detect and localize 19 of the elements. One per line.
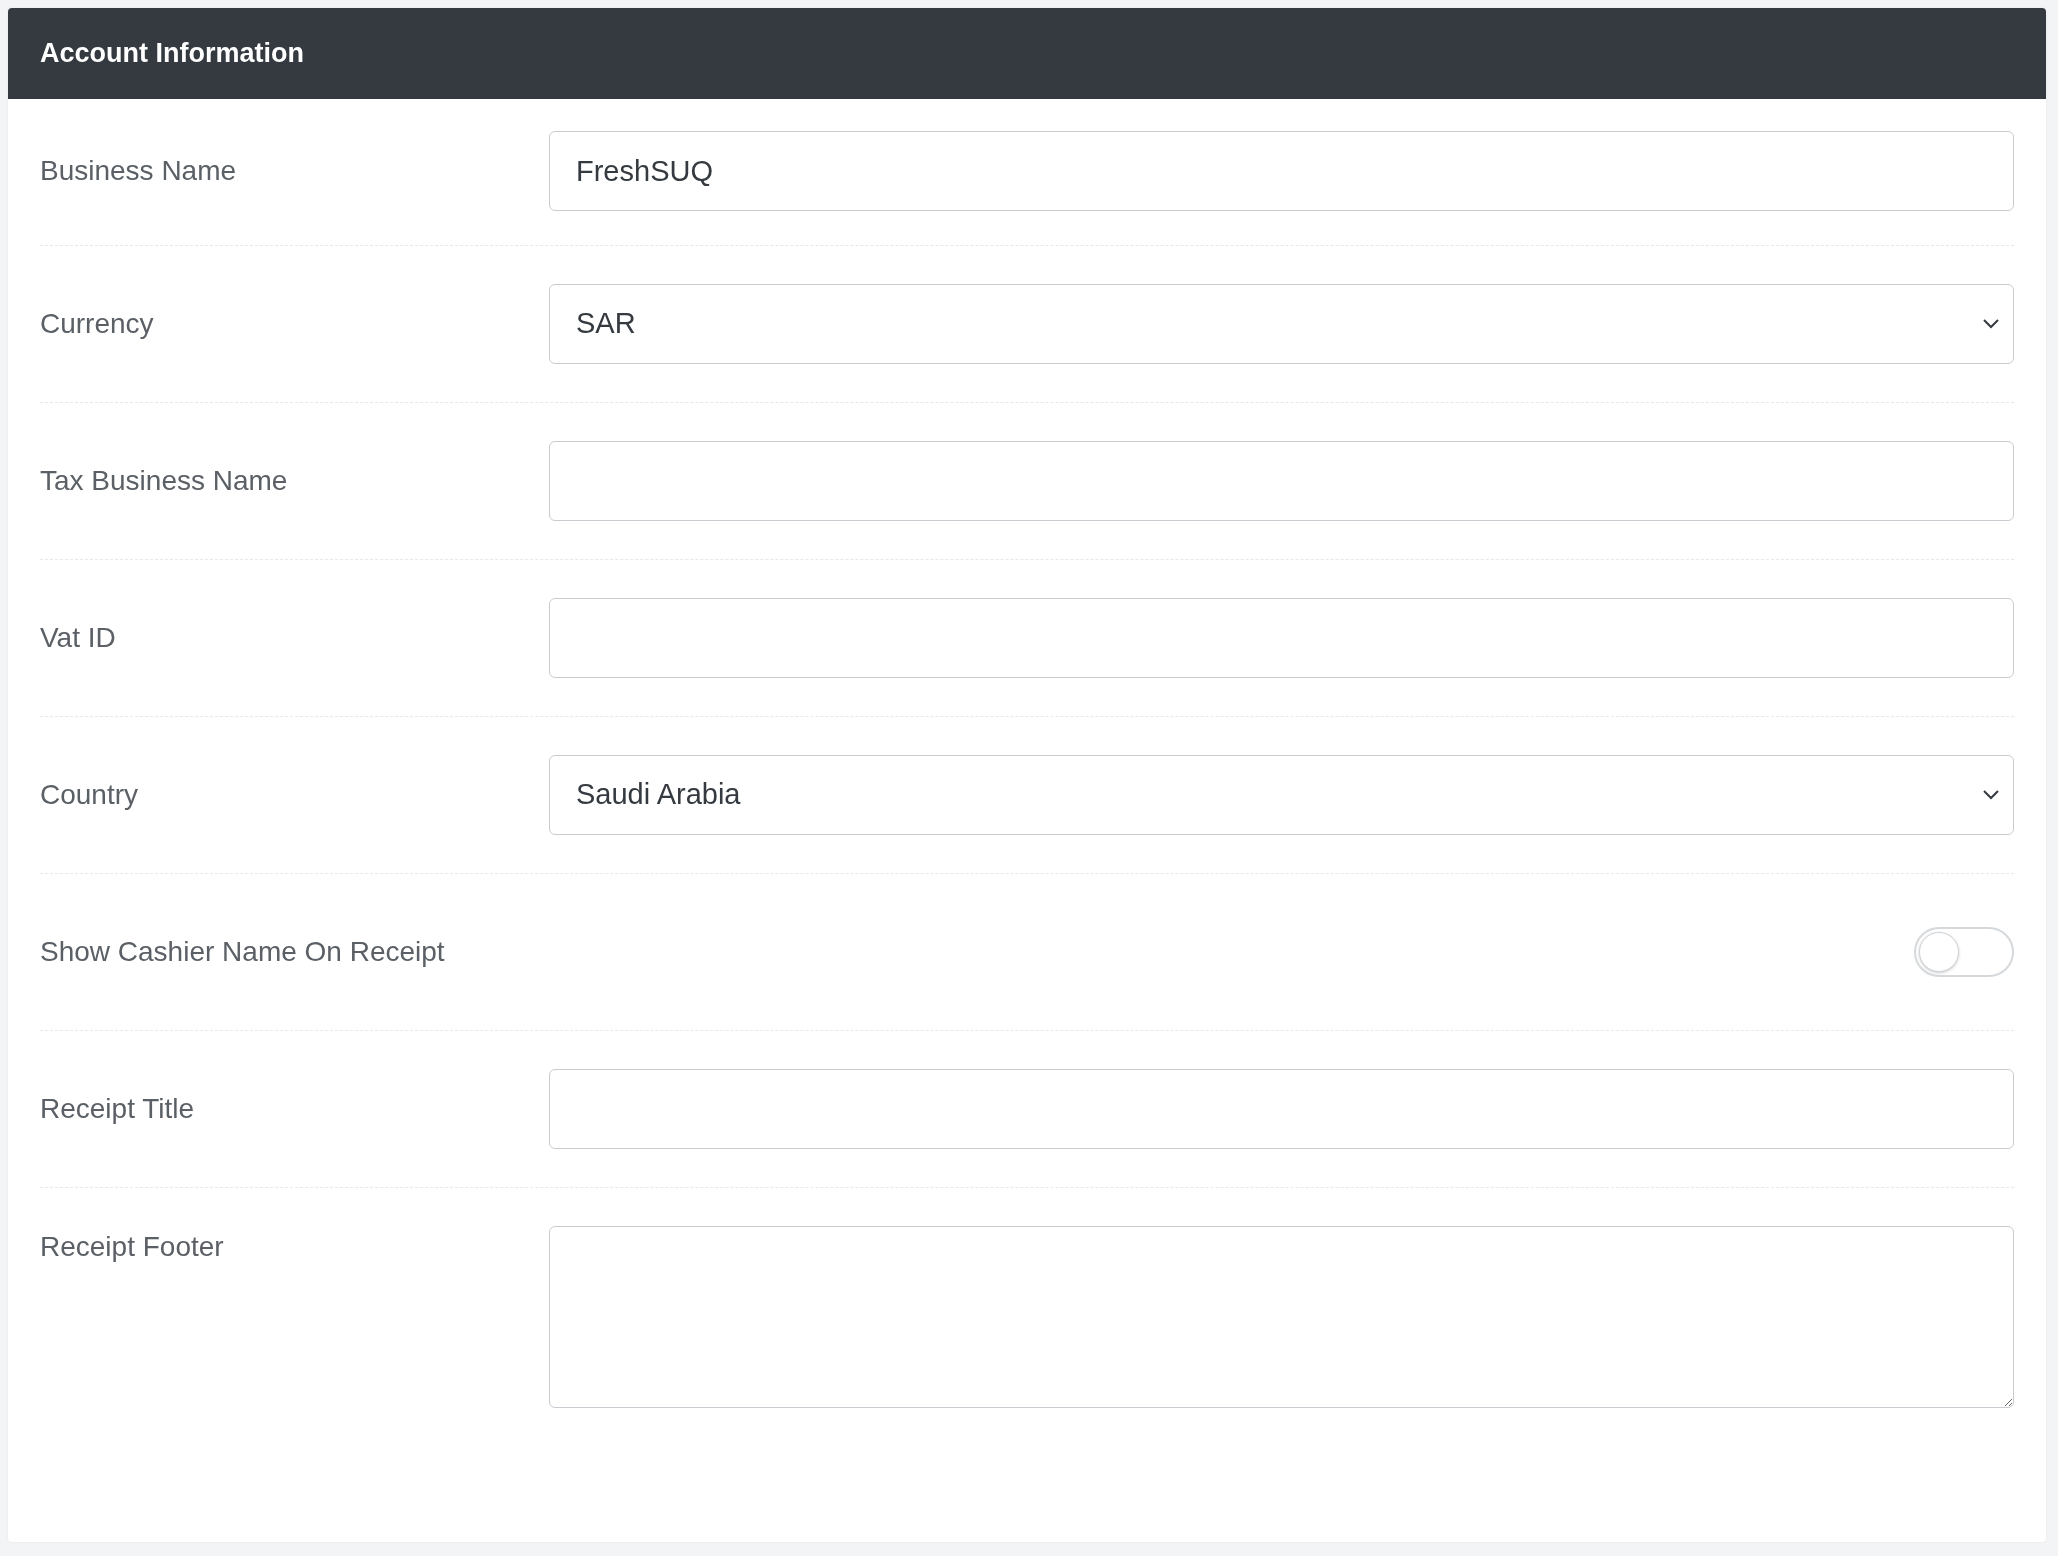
input-field[interactable] <box>549 1069 2014 1150</box>
chevron-down-icon <box>1982 316 2000 331</box>
field-label: Receipt Title <box>40 1092 196 1127</box>
dropdown[interactable]: Saudi Arabia <box>549 755 2014 836</box>
dropdown[interactable]: SAR <box>549 284 2014 365</box>
field-label: Vat ID <box>40 621 117 656</box>
field-label: Country <box>40 778 140 813</box>
field-label: Tax Business Name <box>40 464 289 499</box>
field-label: Business Name <box>40 154 238 189</box>
toggle-switch[interactable] <box>1914 927 2014 978</box>
card-title: Account Information <box>40 38 304 68</box>
field-label: Show Cashier Name On Receipt <box>40 935 446 970</box>
input-field[interactable]: FreshSUQ <box>549 131 2014 212</box>
text-area[interactable] <box>549 1226 2014 1409</box>
chevron-down-icon <box>1982 787 2000 802</box>
field-label: Currency <box>40 307 155 342</box>
input-field[interactable] <box>549 598 2014 679</box>
field-label: Receipt Footer <box>40 1230 225 1265</box>
input-field[interactable] <box>549 441 2014 522</box>
